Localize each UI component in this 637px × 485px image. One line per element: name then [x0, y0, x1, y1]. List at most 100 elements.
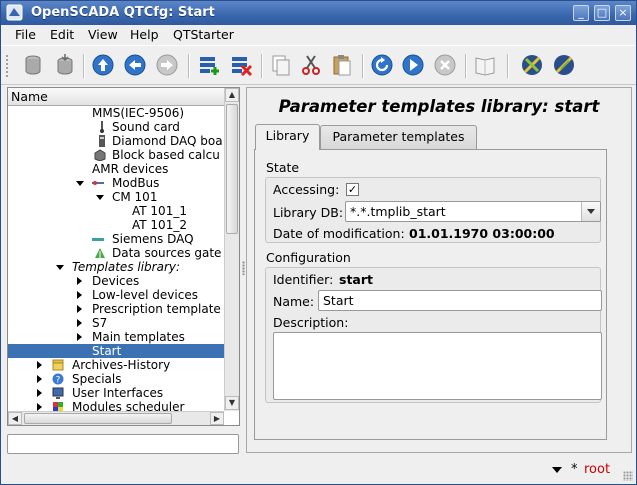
tab-library[interactable]: Library: [255, 124, 320, 150]
library-db-combo[interactable]: *.*.tmplib_start: [345, 201, 601, 222]
toolbar-separator: [362, 54, 364, 78]
description-label: Description:: [273, 315, 349, 330]
svg-text:?: ?: [56, 376, 61, 386]
tree-item[interactable]: ModBus: [8, 176, 224, 190]
tree-item[interactable]: ? Specials: [8, 372, 224, 386]
stop-icon[interactable]: [431, 51, 459, 79]
menu-edit[interactable]: Edit: [50, 27, 74, 42]
tree-item[interactable]: Prescription template: [8, 302, 224, 316]
tree-item[interactable]: AT 101_1: [8, 204, 224, 218]
up-icon[interactable]: [89, 51, 117, 79]
toolbar-separator: [465, 54, 467, 78]
cut-icon[interactable]: [297, 51, 325, 79]
panel-splitter[interactable]: [242, 261, 245, 275]
chevron-right-icon[interactable]: [37, 403, 42, 411]
main-window: OpenSCADA QTCfg: Start _ □ × File Edit V…: [0, 0, 637, 485]
start-icon[interactable]: [399, 51, 427, 79]
tree-item[interactable]: AMR devices: [8, 162, 224, 176]
db-save-icon[interactable]: [51, 51, 79, 79]
tree-item[interactable]: Main templates: [8, 330, 224, 344]
ui-tool-2-icon[interactable]: [550, 51, 578, 79]
command-input[interactable]: [7, 434, 239, 454]
tree-vertical-scrollbar[interactable]: ▲ ▼: [224, 88, 239, 411]
date-value: 01.01.1970 03:00:00: [409, 226, 555, 241]
content-panel: Parameter templates library: start Libra…: [246, 87, 632, 453]
chevron-right-icon[interactable]: [77, 291, 82, 299]
tree-item[interactable]: MMS(IEC-9506): [8, 106, 224, 120]
tree-item[interactable]: Archives-History: [8, 358, 224, 372]
toolbar-separator: [188, 54, 190, 78]
name-field[interactable]: Start: [318, 290, 602, 311]
tree-item[interactable]: S7: [8, 316, 224, 330]
paste-icon[interactable]: [328, 51, 356, 79]
scroll-down-icon[interactable]: ▼: [225, 396, 239, 410]
tree-header[interactable]: Name: [8, 88, 224, 106]
tree-item[interactable]: Diamond DAQ boa: [8, 134, 224, 148]
archive-icon: [52, 359, 64, 371]
chevron-right-icon[interactable]: [77, 319, 82, 327]
chevron-down-icon[interactable]: [76, 181, 84, 186]
chevron-right-icon[interactable]: [37, 389, 42, 397]
scroll-right-icon[interactable]: ▶: [210, 412, 224, 425]
manual-icon[interactable]: [471, 51, 499, 79]
tree-item[interactable]: Devices: [8, 274, 224, 288]
back-icon[interactable]: [121, 51, 149, 79]
close-icon[interactable]: ×: [615, 5, 631, 21]
chevron-right-icon[interactable]: [37, 375, 42, 383]
block-calc-icon: [94, 149, 106, 161]
tab-parameter-templates[interactable]: Parameter templates: [320, 125, 477, 149]
resize-grip[interactable]: [623, 471, 633, 481]
window-title: OpenSCADA QTCfg: Start: [31, 5, 215, 20]
maximize-icon[interactable]: □: [594, 5, 610, 21]
tree-item[interactable]: Low-level devices: [8, 288, 224, 302]
delete-item-icon[interactable]: [227, 51, 255, 79]
monitor-icon: [52, 387, 64, 399]
ui-tool-icon[interactable]: [518, 51, 546, 79]
tree-item[interactable]: User Interfaces: [8, 386, 224, 400]
chevron-down-icon[interactable]: [552, 467, 562, 473]
tree-horizontal-scrollbar[interactable]: ◀ ▶: [8, 411, 224, 425]
scrollbar-thumb[interactable]: [24, 413, 172, 424]
tree-item-selected[interactable]: Start: [8, 344, 224, 358]
chevron-right-icon[interactable]: [77, 277, 82, 285]
navigation-tree[interactable]: Name MMS(IEC-9506) Sound card Diamond DA…: [7, 87, 240, 426]
tree-item[interactable]: Data sources gate: [8, 246, 224, 260]
forward-icon[interactable]: [153, 51, 181, 79]
scrollbar-thumb[interactable]: [226, 104, 238, 234]
toolbar-separator: [261, 54, 263, 78]
menu-help[interactable]: Help: [130, 27, 159, 42]
chevron-right-icon[interactable]: [77, 333, 82, 341]
tree-item[interactable]: Block based calcu: [8, 148, 224, 162]
scroll-left-icon[interactable]: ◀: [8, 412, 22, 425]
diamond-daq-icon: [99, 135, 105, 147]
title-bar[interactable]: OpenSCADA QTCfg: Start _ □ ×: [1, 1, 636, 25]
add-item-icon[interactable]: [195, 51, 223, 79]
tree-item[interactable]: Templates library:: [8, 260, 224, 274]
toolbar: [1, 45, 636, 85]
sound-card-icon: [100, 121, 104, 133]
data-gate-icon: [95, 248, 105, 258]
tree-item[interactable]: Siemens DAQ: [8, 232, 224, 246]
current-user[interactable]: root: [584, 462, 610, 477]
scroll-up-icon[interactable]: ▲: [225, 88, 239, 102]
chevron-right-icon[interactable]: [77, 305, 82, 313]
accessing-checkbox[interactable]: ✓: [346, 183, 359, 196]
description-field[interactable]: [273, 332, 602, 400]
refresh-icon[interactable]: [368, 51, 396, 79]
toolbar-grip[interactable]: [5, 54, 9, 78]
siemens-icon: [92, 238, 104, 241]
menu-file[interactable]: File: [15, 27, 36, 42]
minimize-icon[interactable]: _: [573, 5, 589, 21]
chevron-down-icon[interactable]: [96, 195, 104, 200]
tree-item[interactable]: AT 101_2: [8, 218, 224, 232]
chevron-right-icon[interactable]: [37, 361, 42, 369]
copy-icon[interactable]: [267, 51, 295, 79]
chevron-down-icon[interactable]: [56, 265, 64, 270]
tree-item[interactable]: CM 101: [8, 190, 224, 204]
tree-item[interactable]: Sound card: [8, 120, 224, 134]
menu-qtstarter[interactable]: QTStarter: [173, 27, 234, 42]
chevron-down-icon[interactable]: [581, 202, 600, 221]
db-load-icon[interactable]: [19, 51, 47, 79]
menu-view[interactable]: View: [88, 27, 118, 42]
modified-indicator: *: [571, 462, 578, 477]
